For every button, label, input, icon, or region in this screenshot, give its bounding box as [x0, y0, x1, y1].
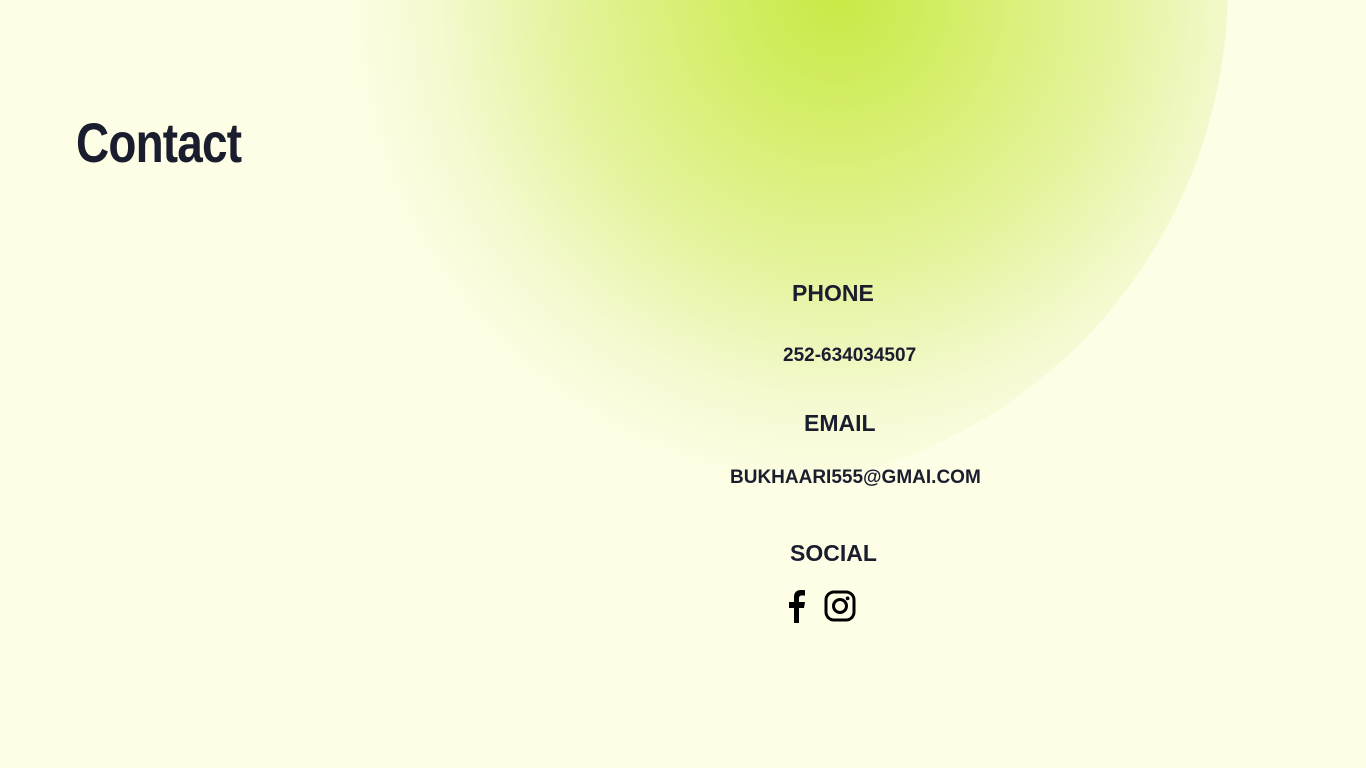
- decorative-gradient-blob: [228, 0, 1228, 490]
- phone-value[interactable]: 252-634034507: [783, 345, 916, 367]
- contact-page: Contact PHONE 252-634034507 EMAIL BUKHAA…: [0, 0, 1366, 768]
- social-icons: [786, 589, 856, 628]
- email-value[interactable]: BUKHAARI555@GMAI.COM: [730, 467, 981, 489]
- email-label: EMAIL: [804, 410, 876, 436]
- social-label: SOCIAL: [790, 540, 877, 566]
- instagram-icon[interactable]: [824, 590, 856, 627]
- facebook-icon[interactable]: [786, 589, 806, 628]
- page-title: Contact: [76, 111, 242, 174]
- phone-label: PHONE: [792, 280, 874, 306]
